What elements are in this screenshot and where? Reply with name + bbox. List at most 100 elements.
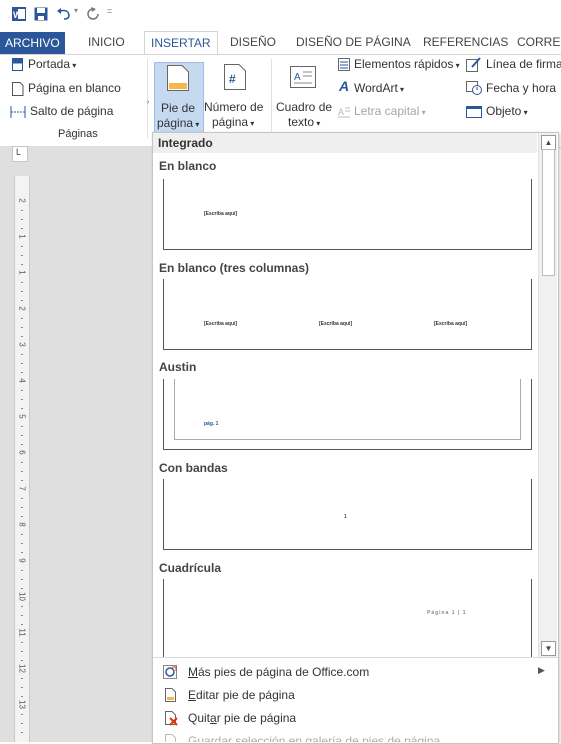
ruler-tick	[21, 534, 23, 535]
page-number-label-1: Número de	[204, 100, 264, 114]
footer-placeholder: [Escriba aquí]	[204, 321, 238, 327]
object-label: Objeto	[486, 104, 522, 118]
ruler-number: 13	[17, 700, 27, 709]
ruler-tick	[21, 471, 23, 472]
ruler-number: 3	[17, 342, 27, 347]
gallery-item-title: Austin	[159, 360, 197, 374]
ruler-number: 4	[17, 378, 27, 383]
edit-footer-menu-item[interactable]: Editar pie de página	[153, 684, 556, 706]
vertical-ruler[interactable]: 2 1 1 2 3 4 5 6 7 8 9 10 11 12 13	[14, 176, 30, 742]
gallery-item-blank[interactable]: [Escriba aquí]	[163, 179, 532, 250]
tab-insert[interactable]: INSERTAR	[144, 31, 218, 55]
undo-icon[interactable]	[56, 7, 72, 21]
text-box-label-1: Cuadro de	[276, 100, 333, 114]
more-footers-label: Más pies de página de Office.com	[188, 665, 370, 679]
footer-label-1: Pie de	[161, 101, 196, 115]
date-time-icon	[466, 81, 482, 95]
blank-page-button[interactable]: Página en blanco	[28, 81, 121, 95]
svg-text:A: A	[338, 107, 344, 117]
page-break-icon	[10, 106, 26, 118]
footer-placeholder: [Escriba aquí]	[434, 321, 468, 327]
signature-line-button[interactable]: Línea de firma	[486, 57, 561, 71]
customize-qat-icon[interactable]: =	[107, 6, 112, 16]
ruler-tick	[21, 687, 23, 688]
gallery-item-grid[interactable]: Página 1 | 1	[163, 579, 532, 657]
footer-label-2-wrap: página ▾	[157, 116, 199, 130]
date-time-button[interactable]: Fecha y hora	[486, 81, 556, 95]
remove-footer-menu-item[interactable]: Quitar pie de página	[153, 707, 556, 729]
ruler-tick	[21, 390, 23, 391]
cover-page-button[interactable]: Portada ▾	[28, 57, 76, 71]
svg-text:A: A	[294, 72, 301, 83]
ruler-number: 1	[17, 234, 27, 239]
ruler-tick	[21, 714, 23, 715]
tab-selector[interactable]: L	[12, 146, 28, 162]
gallery-scrollbar[interactable]: ▲ ▼	[538, 133, 557, 657]
more-footers-menu-item[interactable]: Más pies de página de Office.com ▶	[153, 661, 556, 683]
chevron-down-icon: ▾	[521, 108, 528, 117]
remove-footer-icon	[165, 711, 178, 726]
ruler-tick	[21, 435, 23, 436]
group-divider	[271, 59, 272, 139]
ruler-tick	[21, 570, 23, 571]
page-number-label-2: página	[212, 115, 249, 129]
gallery-item-banded[interactable]: 1	[163, 479, 532, 550]
gallery-item-blank-three-columns[interactable]: [Escriba aquí] [Escriba aquí] [Escriba a…	[163, 279, 532, 350]
chevron-down-icon: ▾	[248, 119, 255, 128]
ruler-tick	[21, 354, 23, 355]
ruler-tick	[21, 363, 23, 364]
ruler-tick	[21, 318, 23, 319]
ruler-number: 8	[17, 522, 27, 527]
text-box-label-2: texto	[288, 115, 315, 129]
tab-references[interactable]: REFERENCIAS	[423, 32, 508, 52]
ruler-tick	[21, 723, 23, 724]
blank-page-icon	[12, 82, 24, 96]
ruler-number: 12	[17, 664, 27, 673]
tab-file[interactable]: ARCHIVO	[0, 32, 65, 54]
ruler-number: 2	[17, 306, 27, 311]
save-selection-menu-item[interactable]: Guardar selección en galería de pies de …	[153, 730, 556, 742]
quick-parts-button[interactable]: Elementos rápidos ▾	[354, 57, 460, 71]
chevron-down-icon: ▾	[419, 108, 426, 117]
wordart-button[interactable]: WordArt ▾	[354, 81, 404, 95]
word-app-icon[interactable]: W	[12, 7, 26, 21]
ruler-number: 2	[17, 198, 27, 203]
ruler-tick	[21, 615, 23, 616]
edit-footer-icon	[165, 688, 176, 702]
left-tab-icon: L	[16, 147, 22, 157]
wordart-label: WordArt	[354, 81, 398, 95]
gallery-item-austin[interactable]: pág. 1	[163, 379, 532, 450]
tab-page-layout[interactable]: DISEÑO DE PÁGINA	[296, 32, 411, 52]
scroll-thumb[interactable]	[542, 149, 555, 276]
footer-placeholder: pág. 1	[204, 421, 219, 427]
drop-cap-button[interactable]: Letra capital ▾	[354, 104, 426, 118]
ruler-tick	[21, 732, 23, 733]
ruler-number: 7	[17, 486, 27, 491]
tab-home[interactable]: INICIO	[88, 32, 125, 52]
ruler-tick	[21, 462, 23, 463]
scroll-up-icon[interactable]: ▲	[541, 135, 556, 150]
quick-parts-label: Elementos rápidos	[354, 57, 454, 71]
wordart-icon: A	[339, 78, 350, 94]
cover-page-label: Portada	[28, 57, 71, 71]
scroll-down-icon[interactable]: ▼	[541, 641, 556, 656]
ruler-number: 6	[17, 450, 27, 455]
ruler-tick	[21, 606, 23, 607]
object-button[interactable]: Objeto ▾	[486, 104, 528, 118]
footer-icon	[167, 65, 189, 91]
svg-text:W: W	[13, 10, 22, 20]
ruler-tick	[21, 255, 23, 256]
ruler-tick	[21, 651, 23, 652]
redo-icon[interactable]	[86, 7, 100, 21]
chevron-down-icon: ▾	[397, 85, 405, 94]
tab-mailings[interactable]: CORRESP	[517, 32, 561, 52]
ruler-tick	[21, 210, 23, 211]
save-icon[interactable]	[34, 7, 48, 21]
footer-placeholder: [Escriba aquí]	[204, 211, 238, 217]
quick-access-toolbar: W ▾ =	[0, 0, 561, 28]
undo-dropdown-icon[interactable]: ▾	[74, 6, 78, 15]
tab-design[interactable]: DISEÑO	[230, 32, 276, 52]
chevron-right-icon: ▶	[538, 665, 545, 675]
page-break-button[interactable]: Salto de página	[30, 104, 113, 118]
ruler-tick	[21, 399, 23, 400]
